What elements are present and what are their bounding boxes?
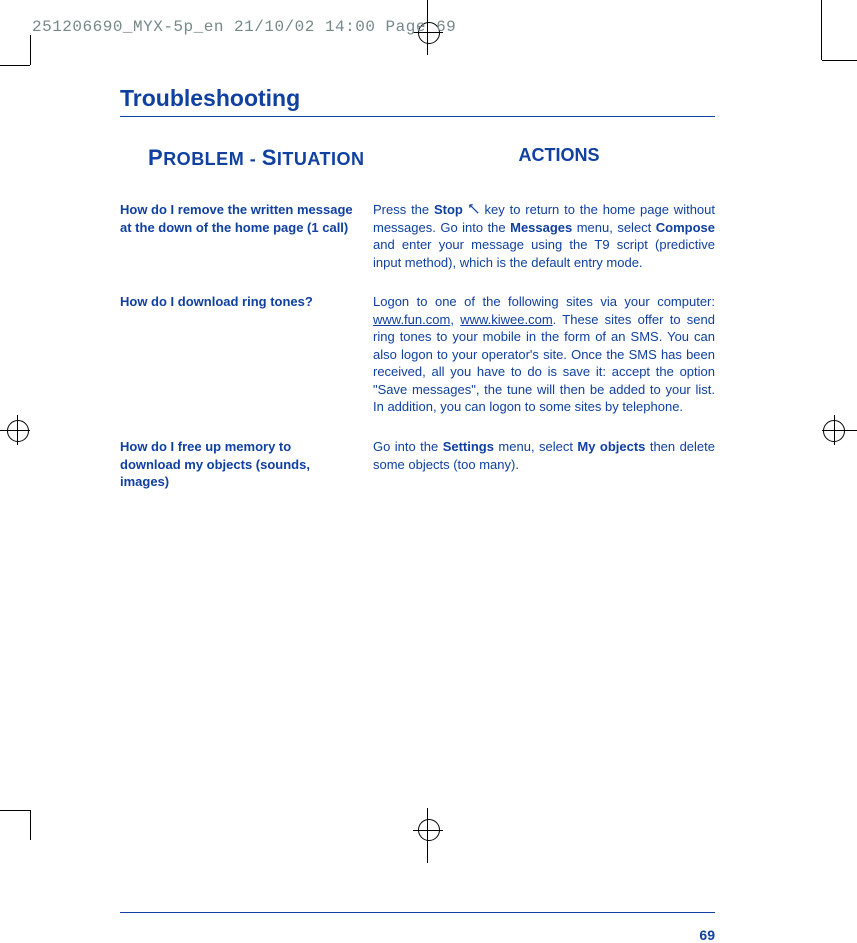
problem-text: How do I free up memory to download my o… [120,438,373,491]
crop-mark [834,415,835,445]
problem-column-header: PROBLEM - SITUATION [120,145,403,171]
troubleshooting-row: How do I remove the written message at t… [120,201,715,271]
page-number: 69 [699,927,715,943]
print-header: 251206690_MYX-5p_en 21/10/02 14:00 Page … [32,18,456,36]
bottom-rule [120,912,715,913]
crop-mark [0,810,30,811]
troubleshooting-row: How do I free up memory to download my o… [120,438,715,491]
action-text: Logon to one of the following sites via … [373,293,715,416]
page-title: Troubleshooting [120,85,715,117]
crop-mark [413,830,443,831]
crop-mark [17,415,18,445]
crop-mark [821,0,822,60]
crop-mark [822,60,857,61]
crop-mark [0,65,30,66]
registration-mark [7,420,29,442]
page-body: Troubleshooting PROBLEM - SITUATION ACTI… [120,85,715,513]
problem-text: How do I remove the written message at t… [120,201,373,271]
action-text: Go into the Settings menu, select My obj… [373,438,715,491]
column-headers: PROBLEM - SITUATION ACTIONS [120,145,715,171]
troubleshooting-row: How do I download ring tones?Logon to on… [120,293,715,416]
actions-column-header: ACTIONS [403,145,715,171]
crop-mark [30,810,31,840]
crop-mark [30,35,31,65]
action-text: Press the Stop key to return to the home… [373,201,715,271]
problem-text: How do I download ring tones? [120,293,373,416]
